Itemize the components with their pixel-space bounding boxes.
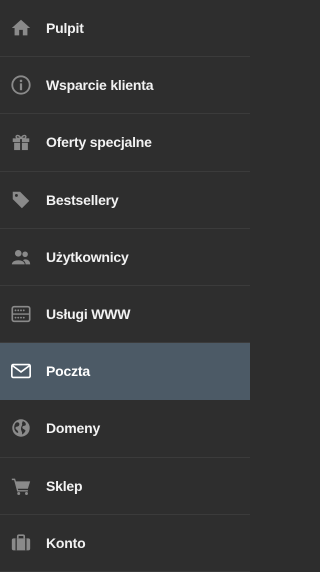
globe-icon: [10, 417, 32, 439]
sidebar-item-label: Bestsellery: [46, 191, 119, 208]
tag-icon: [10, 189, 32, 211]
sidebar-item-label: Domeny: [46, 420, 101, 437]
cart-icon: [10, 475, 32, 497]
sidebar-item-domeny[interactable]: Domeny: [0, 400, 250, 458]
sidebar-item-label: Wsparcie klienta: [46, 77, 154, 94]
envelope-icon: [10, 360, 32, 382]
gift-icon: [10, 131, 32, 153]
sidebar-item-label: Poczta: [46, 363, 90, 380]
sidebar-item-label: Oferty specjalne: [46, 134, 152, 151]
sidebar-item-label: Konto: [46, 534, 86, 551]
sidebar-item-konto[interactable]: Konto: [0, 515, 250, 572]
sidebar-item-wsparcie-klienta[interactable]: Wsparcie klienta: [0, 57, 250, 115]
sidebar-item-bestsellery[interactable]: Bestsellery: [0, 172, 250, 229]
sidebar-item-uzytkownicy[interactable]: Użytkownicy: [0, 229, 250, 286]
sidebar-item-sklep[interactable]: Sklep: [0, 458, 250, 515]
sidebar-item-label: Usługi WWW: [46, 306, 131, 323]
home-icon: [10, 17, 32, 39]
sidebar-item-label: Użytkownicy: [46, 248, 129, 265]
users-icon: [10, 246, 32, 268]
server-icon: [10, 303, 32, 325]
sidebar-item-poczta[interactable]: Poczta: [0, 343, 250, 401]
sidebar-item-pulpit[interactable]: Pulpit: [0, 0, 250, 58]
sidebar-item-label: Sklep: [46, 477, 83, 494]
info-circle-icon: [10, 74, 32, 96]
briefcase-icon: [10, 532, 32, 554]
sidebar-item-uslugi-www[interactable]: Usługi WWW: [0, 286, 250, 344]
sidebar-item-label: Pulpit: [46, 20, 84, 37]
sidebar-menu: Pulpit Wsparcie klienta Oferty specjalne: [0, 0, 250, 572]
sidebar-item-oferty-specjalne[interactable]: Oferty specjalne: [0, 114, 250, 172]
